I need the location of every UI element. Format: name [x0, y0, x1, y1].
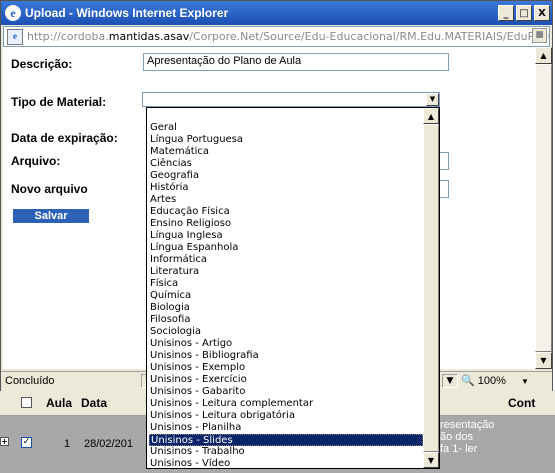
close-button[interactable]: X — [534, 5, 550, 21]
dropdown-option[interactable]: Sociologia — [149, 326, 423, 338]
title-bar[interactable]: e Upload - Windows Internet Explorer _ □… — [1, 1, 552, 25]
status-text: Concluído — [5, 375, 55, 387]
internet-explorer-icon: e — [5, 5, 21, 21]
col-cont-header[interactable]: Cont — [508, 396, 535, 410]
dropdown-option[interactable]: Ciências — [149, 158, 423, 170]
address-bar[interactable]: e http://cordoba. mantidas.asav/Corpore.N… — [3, 26, 550, 47]
row-desc-3: fa 1- ler — [440, 443, 478, 455]
dropdown-option[interactable]: Língua Portuguesa — [149, 134, 423, 146]
row-data: 28/02/201 — [84, 438, 133, 450]
chevron-down-icon[interactable]: ▼ — [426, 93, 439, 106]
dropdown-option[interactable]: Literatura — [149, 266, 423, 278]
dropdown-option[interactable]: Química — [149, 290, 423, 302]
scroll-up-icon[interactable]: ▲ — [535, 47, 552, 64]
dropdown-option[interactable]: Matemática — [149, 146, 423, 158]
select-all-checkbox[interactable] — [21, 397, 32, 408]
tipo-material-dropdown-list[interactable]: ▲ ▼ Geral Língua Portuguesa Matemática Ciên… — [146, 107, 440, 469]
dropdown-option[interactable]: Filosofia — [149, 314, 423, 326]
col-data-header[interactable]: Data — [81, 396, 107, 410]
dropdown-option[interactable]: Educação Física — [149, 206, 423, 218]
dropdown-option[interactable]: Unisinos - Bibliografia — [149, 350, 423, 362]
row-desc-2: ão dos — [440, 431, 474, 443]
salvar-button[interactable]: Salvar — [13, 209, 89, 223]
status-menu-icon[interactable]: ▼ — [442, 374, 458, 388]
tipo-material-select[interactable]: ▼ — [142, 92, 440, 107]
data-expiracao-label: Data de expiração: — [11, 131, 118, 145]
page-scrollbar[interactable]: ▲ ▼ — [535, 47, 552, 369]
page-icon: e — [7, 28, 23, 45]
scroll-down-icon[interactable]: ▼ — [535, 352, 552, 369]
arquivo-label: Arquivo: — [11, 154, 61, 168]
dropdown-scroll-up-icon[interactable]: ▲ — [423, 108, 439, 124]
descricao-label: Descrição: — [11, 57, 73, 71]
dropdown-scrollbar[interactable]: ▲ ▼ — [423, 108, 439, 468]
zoom-icon: 🔍 — [461, 375, 475, 387]
dropdown-option[interactable]: Ensino Religioso — [149, 218, 423, 230]
descricao-input[interactable]: Apresentação do Plano de Aula — [143, 53, 449, 71]
url-prefix: http://cordoba. — [27, 30, 109, 43]
zoom-level: 100% — [477, 375, 506, 387]
dropdown-option[interactable]: História — [149, 182, 423, 194]
dropdown-option[interactable]: Biologia — [149, 302, 423, 314]
dropdown-scroll-down-icon[interactable]: ▼ — [423, 452, 439, 468]
row-checkbox[interactable]: ✓ — [21, 437, 32, 448]
window-title: Upload - Windows Internet Explorer — [25, 6, 229, 20]
dropdown-option[interactable]: Unisinos - Slides — [149, 434, 423, 446]
dropdown-option[interactable]: Unisinos - Planilha — [149, 422, 423, 434]
dropdown-option[interactable]: Unisinos - Vídeo — [149, 458, 423, 468]
dropdown-option[interactable]: Geografia — [149, 170, 423, 182]
novo-arquivo-label: Novo arquivo — [11, 182, 88, 196]
dropdown-option[interactable]: Língua Espanhola — [149, 242, 423, 254]
tipo-material-label: Tipo de Material: — [11, 95, 107, 109]
dropdown-option[interactable]: Unisinos - Trabalho — [149, 446, 423, 458]
dropdown-option[interactable]: Geral — [149, 122, 423, 134]
zoom-dropdown-icon[interactable]: ▼ — [521, 377, 529, 386]
dropdown-option[interactable]: Unisinos - Artigo — [149, 338, 423, 350]
dropdown-option[interactable]: Artes — [149, 194, 423, 206]
row-desc-1: resentação — [440, 419, 495, 431]
dropdown-scroll-thumb[interactable] — [423, 124, 439, 452]
dropdown-option[interactable]: Unisinos - Leitura complementar — [149, 398, 423, 410]
dropdown-option[interactable]: Língua Inglesa — [149, 230, 423, 242]
row-aula: 1 — [64, 438, 71, 450]
dropdown-option[interactable]: Informática — [149, 254, 423, 266]
maximize-button[interactable]: □ — [516, 5, 532, 21]
zoom-control[interactable]: 🔍 100% ▼ — [461, 374, 548, 388]
scroll-thumb[interactable] — [535, 64, 552, 352]
url-path: /Corpore.Net/Source/Edu-Educacional/RM.E… — [189, 30, 550, 43]
expand-icon[interactable]: + — [0, 437, 9, 446]
col-aula-header[interactable]: Aula — [46, 396, 72, 410]
dropdown-option[interactable]: Unisinos - Exemplo — [149, 362, 423, 374]
minimize-button[interactable]: _ — [498, 5, 514, 21]
url-domain: mantidas.asav — [108, 30, 190, 43]
dropdown-option[interactable]: Unisinos - Leitura obrigatória — [149, 410, 423, 422]
dropdown-option[interactable]: Física — [149, 278, 423, 290]
security-icon[interactable]: ■ — [532, 28, 547, 43]
dropdown-option[interactable]: Unisinos - Exercício — [149, 374, 423, 386]
dropdown-option[interactable]: Unisinos - Gabarito — [149, 386, 423, 398]
